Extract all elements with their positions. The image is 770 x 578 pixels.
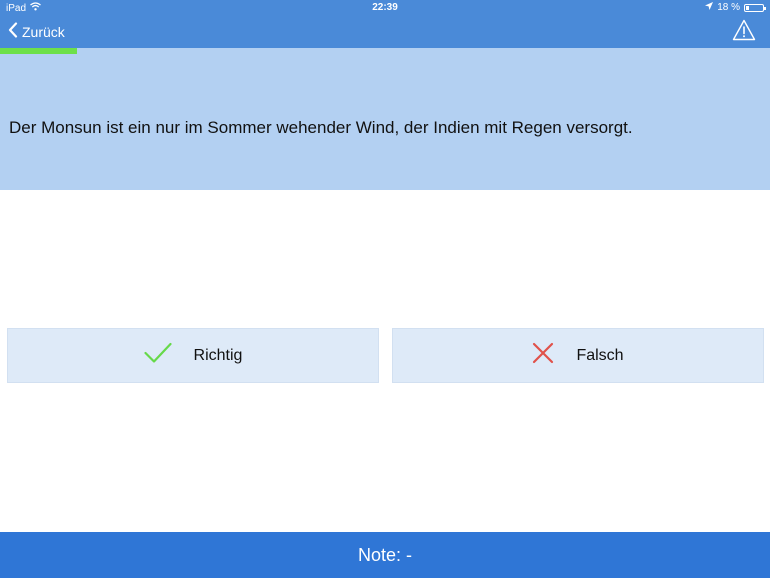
nav-bar: Zurück [0,16,770,48]
richtig-label: Richtig [193,346,243,364]
location-arrow-icon [705,2,714,13]
app-screen: iPad 22:39 18 % Zurück Der Monsun ist ei… [0,0,770,578]
question-panel: Der Monsun ist ein nur im Sommer wehende… [0,48,770,190]
warning-triangle-icon [732,19,756,45]
status-time: 22:39 [372,2,398,13]
report-warning-button[interactable] [732,19,756,46]
battery-percentage: 18 % [717,2,740,13]
status-bar: iPad 22:39 18 % [0,0,770,16]
falsch-button[interactable]: Falsch [392,328,764,383]
question-text: Der Monsun ist ein nur im Sommer wehende… [9,118,633,137]
grade-footer: Note: - [0,532,770,578]
cross-icon [532,342,554,369]
falsch-label: Falsch [576,346,624,364]
battery-icon [744,3,766,12]
back-button[interactable]: Zurück [8,22,65,41]
progress-bar [0,48,770,54]
progress-fill [0,48,77,54]
battery-level-fill [746,5,749,10]
top-bar: iPad 22:39 18 % Zurück [0,0,770,48]
back-label: Zurück [22,23,65,40]
checkmark-icon [143,342,172,369]
status-right: 18 % [705,2,766,13]
chevron-left-icon [8,22,18,41]
grade-text: Note: - [357,544,413,565]
richtig-button[interactable]: Richtig [7,328,379,383]
